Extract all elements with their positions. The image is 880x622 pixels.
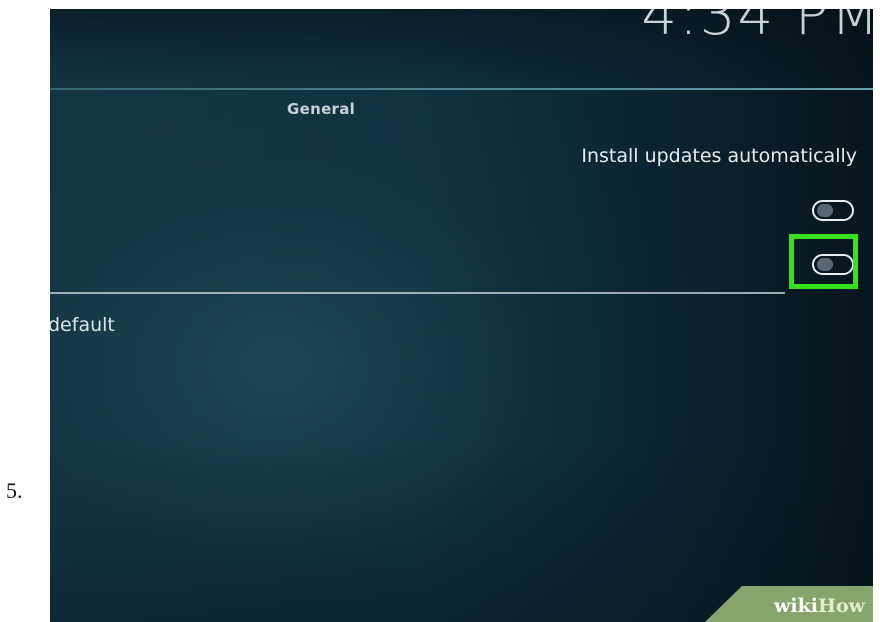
page: 5. 4:34 PM General Install updates autom…: [0, 0, 880, 622]
wikihow-logo-wiki: wiki: [774, 595, 819, 617]
highlight-box: [789, 234, 858, 289]
default-label: default: [50, 314, 115, 336]
settings-screenshot: 4:34 PM General Install updates automati…: [50, 9, 873, 622]
section-title-general: General: [287, 100, 356, 118]
toggle-knob: [817, 204, 833, 217]
step-number: 5.: [6, 478, 23, 503]
wikihow-logo: wikiHow: [774, 595, 865, 617]
clock: 4:34 PM: [641, 9, 873, 48]
header-divider: [50, 88, 873, 90]
wikihow-logo-how: How: [818, 595, 865, 617]
setting-install-updates-label[interactable]: Install updates automatically: [581, 145, 857, 167]
section-divider: [50, 292, 785, 294]
install-updates-toggle[interactable]: [812, 200, 854, 221]
